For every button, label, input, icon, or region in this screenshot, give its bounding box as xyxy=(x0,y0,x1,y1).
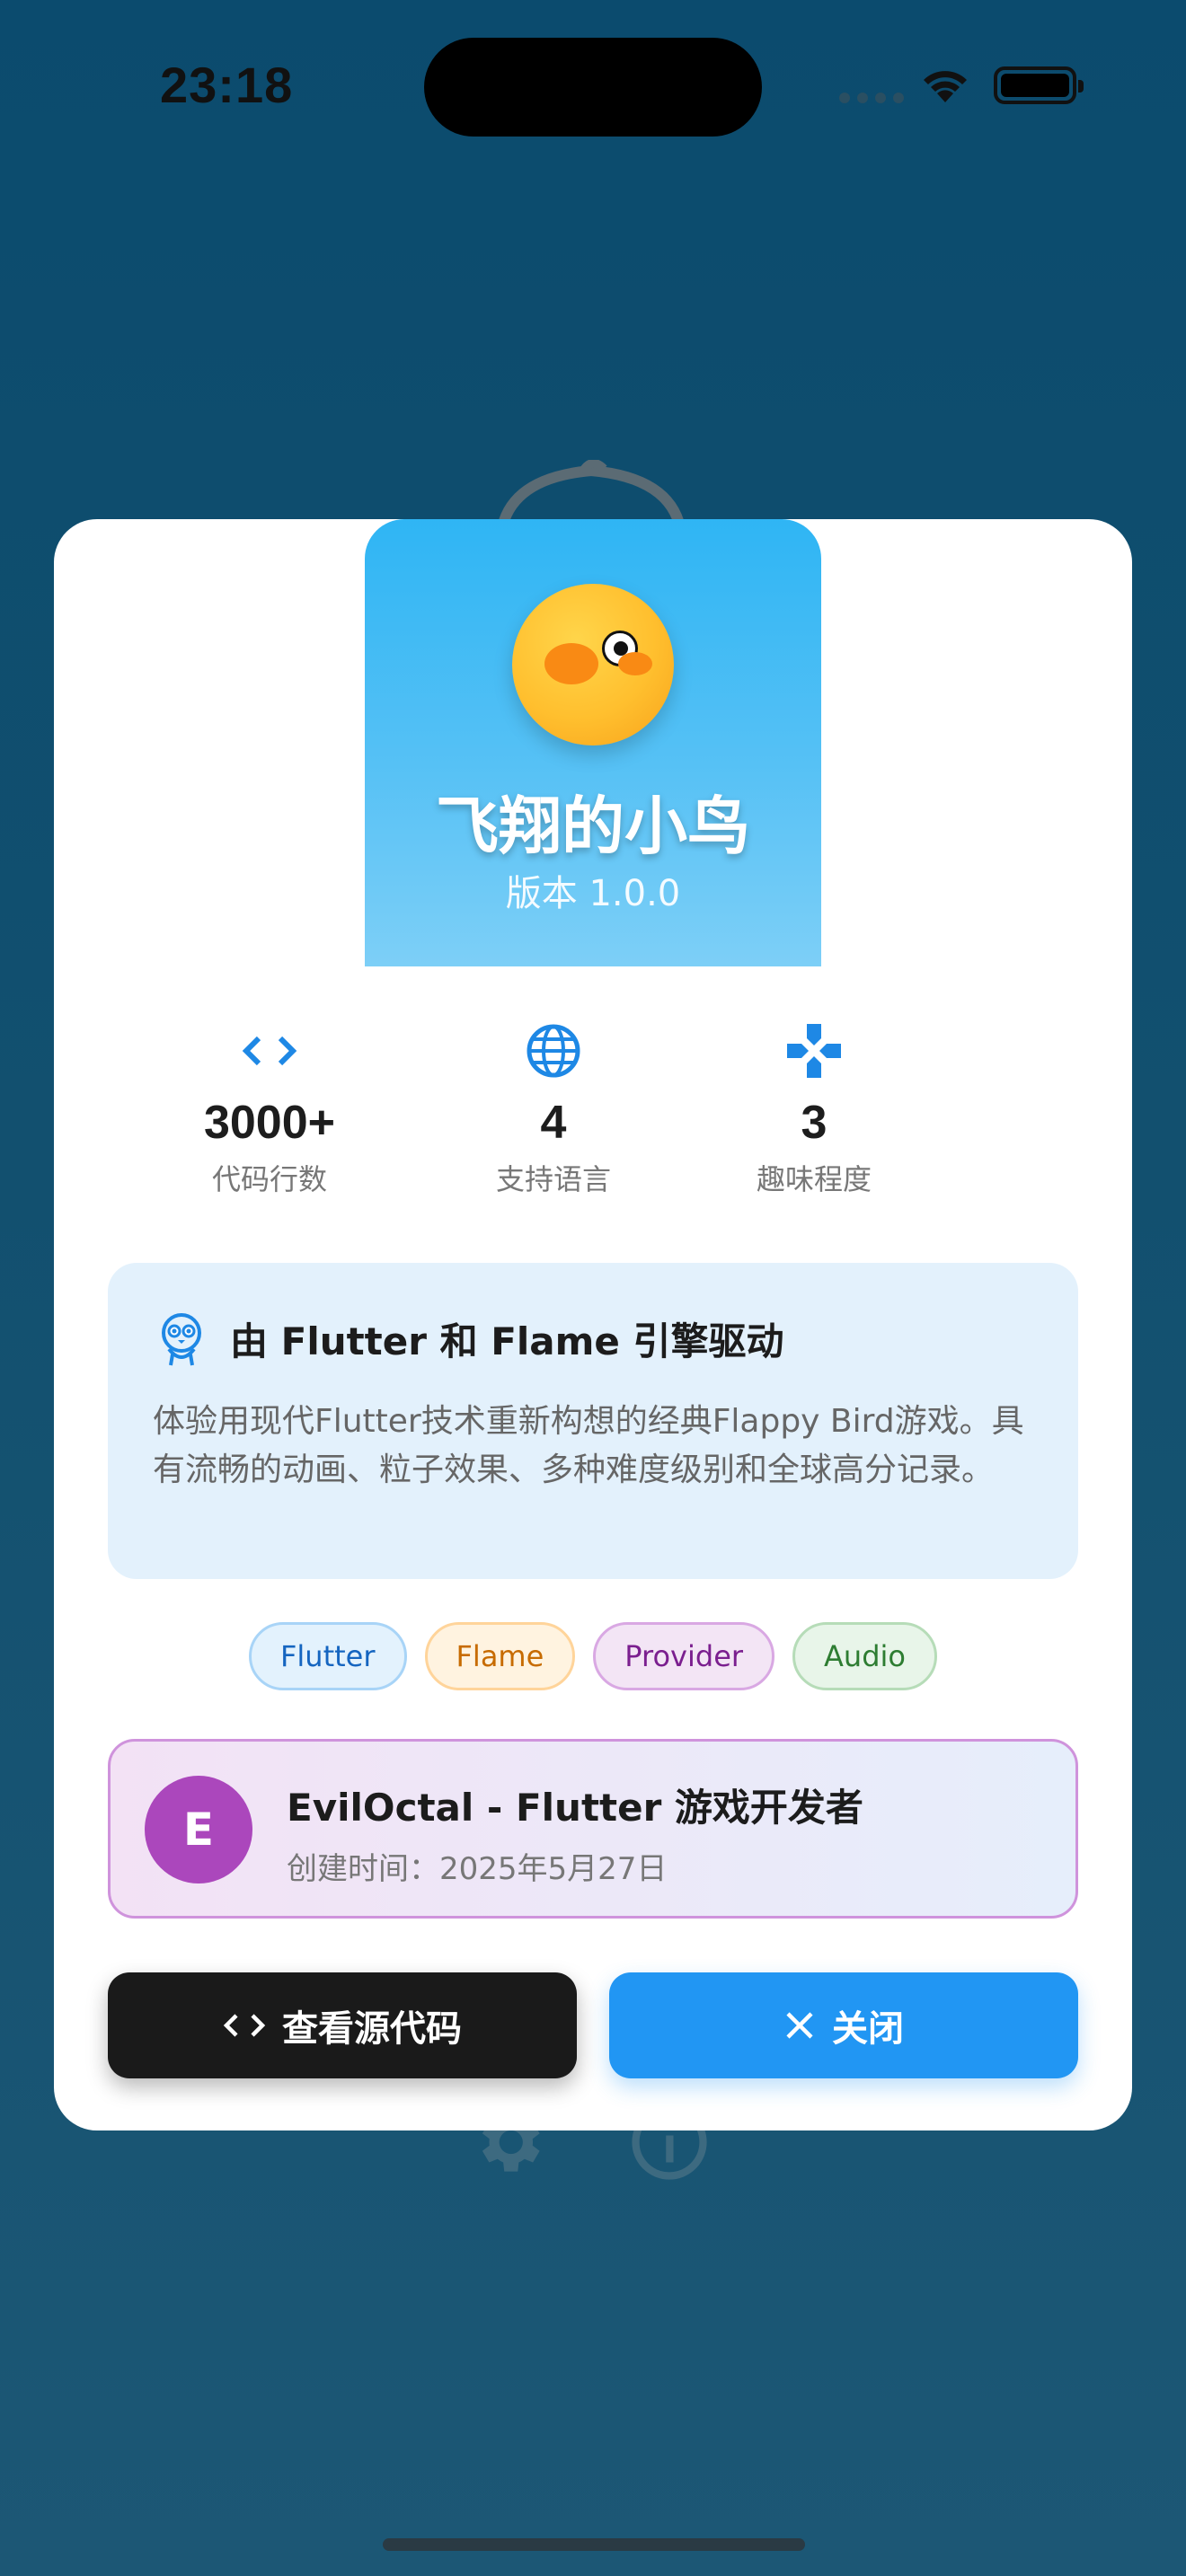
tech-tags: Flutter Flame Provider Audio xyxy=(54,1622,1132,1690)
tag-flutter: Flutter xyxy=(249,1622,407,1690)
stat-label: 代码行数 xyxy=(211,1162,327,1196)
author-created-date: 创建时间：2025年5月27日 xyxy=(287,1851,668,1887)
code-icon xyxy=(242,1036,297,1066)
status-time: 23:18 xyxy=(160,57,294,113)
author-card: E EvilOctal - Flutter 游戏开发者 创建时间：2025年5月… xyxy=(108,1739,1078,1919)
view-source-label: 查看源代码 xyxy=(282,2008,462,2050)
flutter-dash-icon xyxy=(162,1313,201,1366)
tag-audio: Audio xyxy=(792,1622,937,1690)
stat-label: 趣味程度 xyxy=(756,1162,872,1196)
stat-label: 支持语言 xyxy=(495,1162,611,1196)
tag-flame: Flame xyxy=(424,1622,576,1690)
stat-languages: 4 支持语言 xyxy=(437,1019,670,1198)
stat-value: 3000+ xyxy=(203,1097,336,1149)
stats-row: 3000+ 代码行数 4 支持语言 3 趣味程度 xyxy=(54,1019,1132,1198)
signal-dots-icon xyxy=(839,93,904,103)
stat-value: 3 xyxy=(801,1097,828,1149)
close-label: 关闭 xyxy=(832,2008,904,2050)
bird-icon xyxy=(512,584,674,745)
app-title: 飞翔的小鸟 xyxy=(436,790,750,863)
app-version: 版本 1.0.0 xyxy=(505,873,681,914)
close-button[interactable]: 关闭 xyxy=(609,1972,1078,2078)
stat-fun-level: 3 趣味程度 xyxy=(697,1019,931,1198)
code-icon xyxy=(223,2014,266,2037)
info-card: 由 Flutter 和 Flame 引擎驱动 体验用现代Flutter技术重新构… xyxy=(108,1263,1078,1579)
wifi-icon xyxy=(924,71,967,102)
status-bar: 23:18 xyxy=(0,0,1186,171)
close-icon xyxy=(786,2012,813,2039)
home-indicator[interactable] xyxy=(383,2538,805,2551)
info-title: 由 Flutter 和 Flame 引擎驱动 xyxy=(230,1319,784,1363)
author-name: EvilOctal - Flutter 游戏开发者 xyxy=(287,1786,863,1830)
app-header: 飞翔的小鸟 版本 1.0.0 xyxy=(365,519,821,966)
info-description: 体验用现代Flutter技术重新构想的经典Flappy Bird游戏。具有流畅的… xyxy=(153,1403,1024,1488)
dynamic-island xyxy=(424,38,762,137)
stat-value: 4 xyxy=(540,1097,567,1149)
tag-provider: Provider xyxy=(593,1622,775,1690)
view-source-button[interactable]: 查看源代码 xyxy=(108,1972,577,2078)
avatar: E xyxy=(145,1776,252,1883)
battery-icon xyxy=(994,66,1084,104)
globe-icon xyxy=(527,1024,580,1078)
about-dialog: 飞翔的小鸟 版本 1.0.0 3000+ 代码行数 4 支持语言 3 趣味程度 … xyxy=(54,519,1132,2130)
stat-code-lines: 3000+ 代码行数 xyxy=(153,1019,386,1198)
gamepad-icon xyxy=(787,1024,841,1078)
info-header: 由 Flutter 和 Flame 引擎驱动 xyxy=(153,1310,784,1367)
